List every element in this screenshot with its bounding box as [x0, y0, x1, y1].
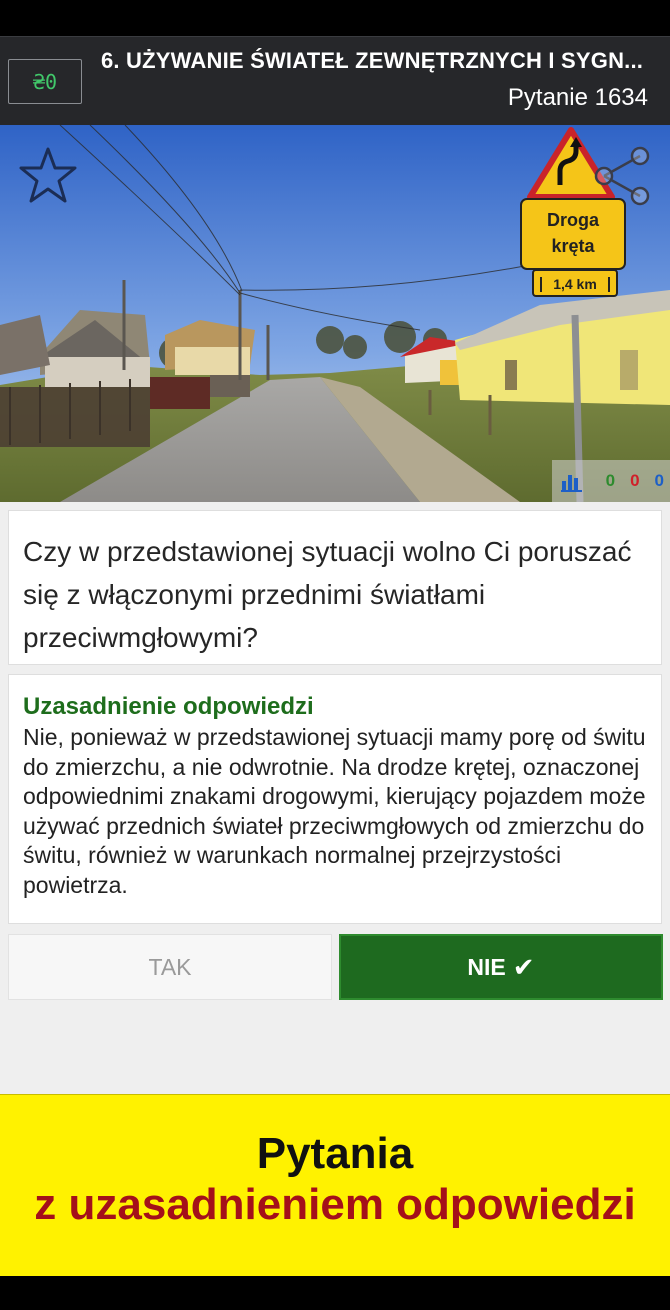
explanation-text: Nie, ponieważ w przedstawionej sytuacji …	[23, 724, 646, 898]
question-image: Droga kręta 1,4 km 0 0 0	[0, 125, 670, 502]
check-icon: ✔	[512, 951, 535, 982]
road-scene: Droga kręta 1,4 km	[0, 125, 670, 502]
badge-glyph: ₴0	[32, 69, 58, 94]
content-area: Czy w przedstawionej sytuacji wolno Ci p…	[0, 502, 670, 1094]
answer-stats: 0 0 0	[552, 460, 670, 502]
explanation-title: Uzasadnienie odpowiedzi	[23, 693, 314, 720]
app-header: ₴0 6. UŻYWANIE ŚWIATEŁ ZEWNĘTRZNYCH I SY…	[0, 36, 670, 125]
share-icon[interactable]	[590, 143, 656, 209]
sign-text-line2: kręta	[551, 236, 595, 256]
navigation-bar	[0, 1276, 670, 1310]
category-title: 6. UŻYWANIE ŚWIATEŁ ZEWNĘTRZNYCH I SYGN.…	[101, 48, 644, 73]
sign-text-line1: Droga	[547, 210, 600, 230]
promo-banner[interactable]: Pytania z uzasadnieniem odpowiedzi	[0, 1094, 670, 1276]
question-number: Pytanie 1634	[507, 84, 648, 111]
stat-wrong: 0	[630, 471, 640, 490]
answer-yes-label: TAK	[148, 953, 192, 980]
star-icon[interactable]	[18, 145, 78, 205]
promo-line1: Pytania	[256, 1129, 414, 1178]
stat-unanswered: 0	[654, 471, 664, 490]
question-text: Czy w przedstawionej sytuacji wolno Ci p…	[23, 536, 632, 653]
question-card: Czy w przedstawionej sytuacji wolno Ci p…	[8, 510, 662, 665]
answer-yes-button[interactable]: TAK	[8, 934, 332, 1000]
answer-no-button[interactable]: NIE ✔	[339, 934, 663, 1000]
status-bar	[0, 0, 670, 36]
header-badge[interactable]: ₴0	[8, 59, 82, 104]
chart-icon	[561, 475, 582, 492]
stat-correct: 0	[605, 471, 616, 490]
answer-no-label: NIE	[467, 953, 506, 980]
promo-line2: z uzasadnieniem odpowiedzi	[34, 1180, 636, 1229]
plate-text: 1,4 km	[553, 276, 597, 292]
explanation-card: Uzasadnienie odpowiedzi Nie, ponieważ w …	[8, 674, 662, 924]
